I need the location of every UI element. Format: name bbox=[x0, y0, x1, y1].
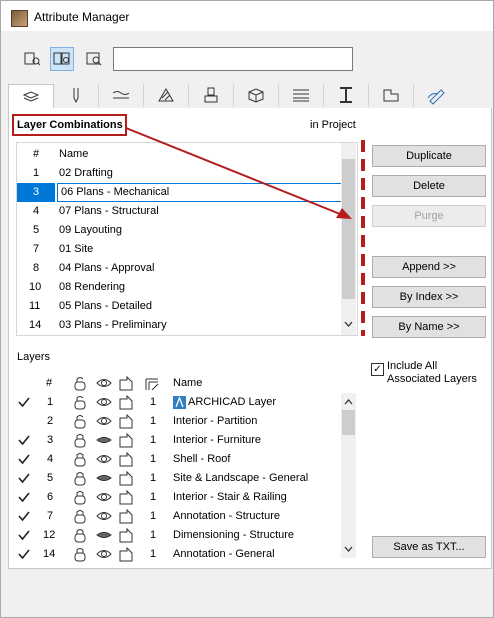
include-all-label-line1: Include All bbox=[387, 360, 438, 372]
lock-icon[interactable] bbox=[72, 528, 88, 543]
layer-number: 12 bbox=[43, 529, 56, 541]
wireframe-icon[interactable] bbox=[118, 509, 134, 524]
chevron-up-icon[interactable] bbox=[343, 396, 354, 407]
checkmark-icon[interactable] bbox=[18, 472, 30, 484]
wireframe-icon[interactable] bbox=[118, 414, 134, 429]
layer-row[interactable]: 12 1 Dimensioning - Structure bbox=[16, 526, 341, 545]
unlock-icon[interactable] bbox=[72, 395, 88, 410]
purge-button[interactable]: Purge bbox=[372, 205, 486, 227]
layer-row[interactable]: 6 1 Interior - Stair & Railing bbox=[16, 488, 341, 507]
intersection-group-number[interactable]: 1 bbox=[150, 526, 156, 545]
eye-icon[interactable] bbox=[96, 490, 112, 505]
intersection-group-number[interactable]: 1 bbox=[150, 488, 156, 507]
append-button[interactable]: Append >> bbox=[372, 256, 486, 278]
chevron-down-icon[interactable] bbox=[343, 544, 354, 555]
checkmark-icon[interactable] bbox=[18, 434, 30, 446]
intersection-group-number[interactable]: 1 bbox=[150, 545, 156, 564]
layer-name: ARCHICAD Layer bbox=[188, 396, 277, 408]
lock-icon[interactable] bbox=[72, 509, 88, 524]
checkmark-icon[interactable] bbox=[18, 396, 30, 408]
checkmark-icon[interactable] bbox=[18, 491, 30, 503]
wireframe-column-icon[interactable] bbox=[118, 376, 134, 391]
column-header-number[interactable]: # bbox=[46, 374, 52, 393]
eye-icon[interactable] bbox=[96, 509, 112, 524]
layer-row[interactable]: 14 1 Annotation - General bbox=[16, 545, 341, 564]
eye-icon[interactable] bbox=[96, 452, 112, 467]
lock-column-icon[interactable] bbox=[72, 376, 88, 391]
eye-icon[interactable] bbox=[96, 395, 112, 410]
layer-number: 7 bbox=[47, 510, 54, 522]
layer-number: 14 bbox=[43, 548, 56, 560]
scrollbar-thumb[interactable] bbox=[342, 410, 355, 435]
wireframe-icon[interactable] bbox=[118, 433, 134, 448]
layer-name: Site & Landscape - General bbox=[173, 472, 309, 484]
checkmark-icon[interactable] bbox=[18, 510, 30, 522]
layer-row[interactable]: 1 1 ARCHICAD Layer bbox=[16, 393, 341, 412]
wireframe-icon[interactable] bbox=[118, 395, 134, 410]
wireframe-icon[interactable] bbox=[118, 547, 134, 562]
layer-name: Interior - Stair & Railing bbox=[173, 491, 287, 503]
include-all-label: Include All Associated Layers bbox=[387, 360, 477, 386]
layer-name: Shell - Roof bbox=[173, 453, 231, 465]
eye-hidden-icon[interactable] bbox=[96, 528, 112, 543]
column-header-name[interactable]: Name bbox=[173, 374, 202, 393]
wireframe-icon[interactable] bbox=[118, 452, 134, 467]
layer-row[interactable]: 3 1 Interior - Furniture bbox=[16, 431, 341, 450]
layer-row[interactable]: 2 1 Interior - Partition bbox=[16, 412, 341, 431]
delete-button[interactable]: Delete bbox=[372, 175, 486, 197]
intersection-group-number[interactable]: 1 bbox=[150, 450, 156, 469]
layer-row[interactable]: 5 1 Site & Landscape - General bbox=[16, 469, 341, 488]
lock-icon[interactable] bbox=[72, 452, 88, 467]
intersection-group-number[interactable]: 1 bbox=[150, 431, 156, 450]
eye-icon[interactable] bbox=[96, 547, 112, 562]
eye-hidden-icon[interactable] bbox=[96, 433, 112, 448]
include-all-label-line2: Associated Layers bbox=[387, 373, 477, 385]
layer-row[interactable]: 7 1 Annotation - Structure bbox=[16, 507, 341, 526]
eye-icon[interactable] bbox=[96, 414, 112, 429]
wireframe-icon[interactable] bbox=[118, 471, 134, 486]
intersection-group-number[interactable]: 1 bbox=[150, 393, 156, 412]
by-index-button[interactable]: By Index >> bbox=[372, 286, 486, 308]
layer-row[interactable]: 4 1 Shell - Roof bbox=[16, 450, 341, 469]
include-all-checkbox[interactable]: ✓ bbox=[371, 363, 384, 376]
wireframe-icon[interactable] bbox=[118, 528, 134, 543]
layer-name: Annotation - General bbox=[173, 548, 275, 560]
intersection-group-number[interactable]: 1 bbox=[150, 412, 156, 431]
layer-name: Interior - Partition bbox=[173, 415, 258, 427]
lock-icon[interactable] bbox=[72, 547, 88, 562]
wireframe-icon[interactable] bbox=[118, 490, 134, 505]
layer-number: 1 bbox=[47, 396, 54, 408]
intersection-group-column-icon[interactable] bbox=[144, 376, 160, 391]
layer-number: 5 bbox=[47, 472, 54, 484]
layers-scrollbar[interactable] bbox=[341, 393, 356, 558]
unlock-icon[interactable] bbox=[72, 414, 88, 429]
layer-number: 6 bbox=[47, 491, 54, 503]
layer-number: 2 bbox=[47, 415, 54, 427]
lock-icon[interactable] bbox=[72, 471, 88, 486]
checkmark-icon[interactable] bbox=[18, 453, 30, 465]
intersection-group-number[interactable]: 1 bbox=[150, 507, 156, 526]
archicad-layer-icon bbox=[173, 396, 186, 409]
checkmark-icon[interactable] bbox=[18, 529, 30, 541]
duplicate-button[interactable]: Duplicate bbox=[372, 145, 486, 167]
layers-header: # Name bbox=[16, 374, 341, 393]
by-name-button[interactable]: By Name >> bbox=[372, 316, 486, 338]
lock-icon[interactable] bbox=[72, 433, 88, 448]
save-as-txt-button[interactable]: Save as TXT... bbox=[372, 536, 486, 558]
intersection-group-number[interactable]: 1 bbox=[150, 469, 156, 488]
eye-hidden-icon[interactable] bbox=[96, 471, 112, 486]
layers-heading: Layers bbox=[17, 351, 51, 363]
layer-number: 3 bbox=[47, 434, 54, 446]
eye-column-icon[interactable] bbox=[96, 376, 112, 391]
lock-icon[interactable] bbox=[72, 490, 88, 505]
layer-name: Annotation - Structure bbox=[173, 510, 281, 522]
layer-number: 4 bbox=[47, 453, 54, 465]
layer-name: Interior - Furniture bbox=[173, 434, 262, 446]
layer-name: Dimensioning - Structure bbox=[173, 529, 295, 541]
checkmark-icon[interactable] bbox=[18, 548, 30, 560]
